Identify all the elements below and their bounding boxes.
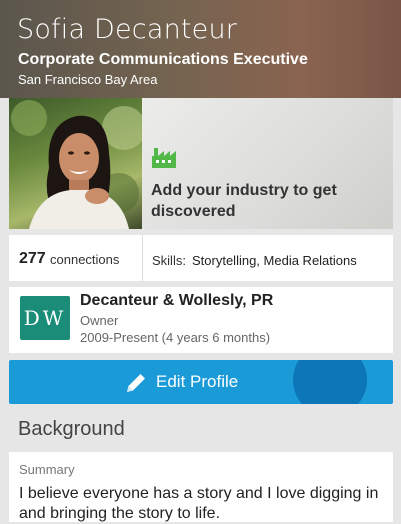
person-photo-illustration [11,100,142,229]
company-role: Owner [80,313,119,328]
touch-ripple [293,360,367,404]
factory-icon [152,148,176,168]
summary-label: Summary [19,462,75,477]
summary-card[interactable]: Summary I believe everyone has a story a… [9,452,393,522]
company-logo: DW [20,296,70,340]
profile-location: San Francisco Bay Area [18,72,158,87]
stats-bar: 277 connections Skills: Storytelling, Me… [9,235,393,281]
connections-label[interactable]: connections [50,252,119,267]
profile-header: Sofia Decanteur Corporate Communications… [0,0,401,98]
profile-photo[interactable] [9,98,142,229]
summary-text: I believe everyone has a story and I lov… [19,485,379,522]
skills-label: Skills: [152,253,186,268]
pencil-icon [127,374,145,392]
company-dates: 2009-Present (4 years 6 months) [80,330,271,345]
profile-name: Sofia Decanteur [17,14,238,45]
company-name: Decanteur & Wollesly, PR [80,292,274,309]
stats-divider [142,235,143,281]
edit-profile-button[interactable]: Edit Profile [9,360,393,404]
profile-title: Corporate Communications Executive [18,51,308,68]
skills-value[interactable]: Storytelling, Media Relations [192,253,357,268]
photo-row: Add your industry to get discovered [9,98,393,229]
background-section-title: Background [18,418,125,440]
add-industry-card[interactable]: Add your industry to get discovered [142,98,393,229]
add-industry-text: Add your industry to get discovered [151,182,337,220]
current-position-card[interactable]: DW Decanteur & Wollesly, PR Owner 2009-P… [9,287,393,353]
connections-count[interactable]: 277 [19,250,46,268]
edit-profile-label: Edit Profile [156,372,239,391]
